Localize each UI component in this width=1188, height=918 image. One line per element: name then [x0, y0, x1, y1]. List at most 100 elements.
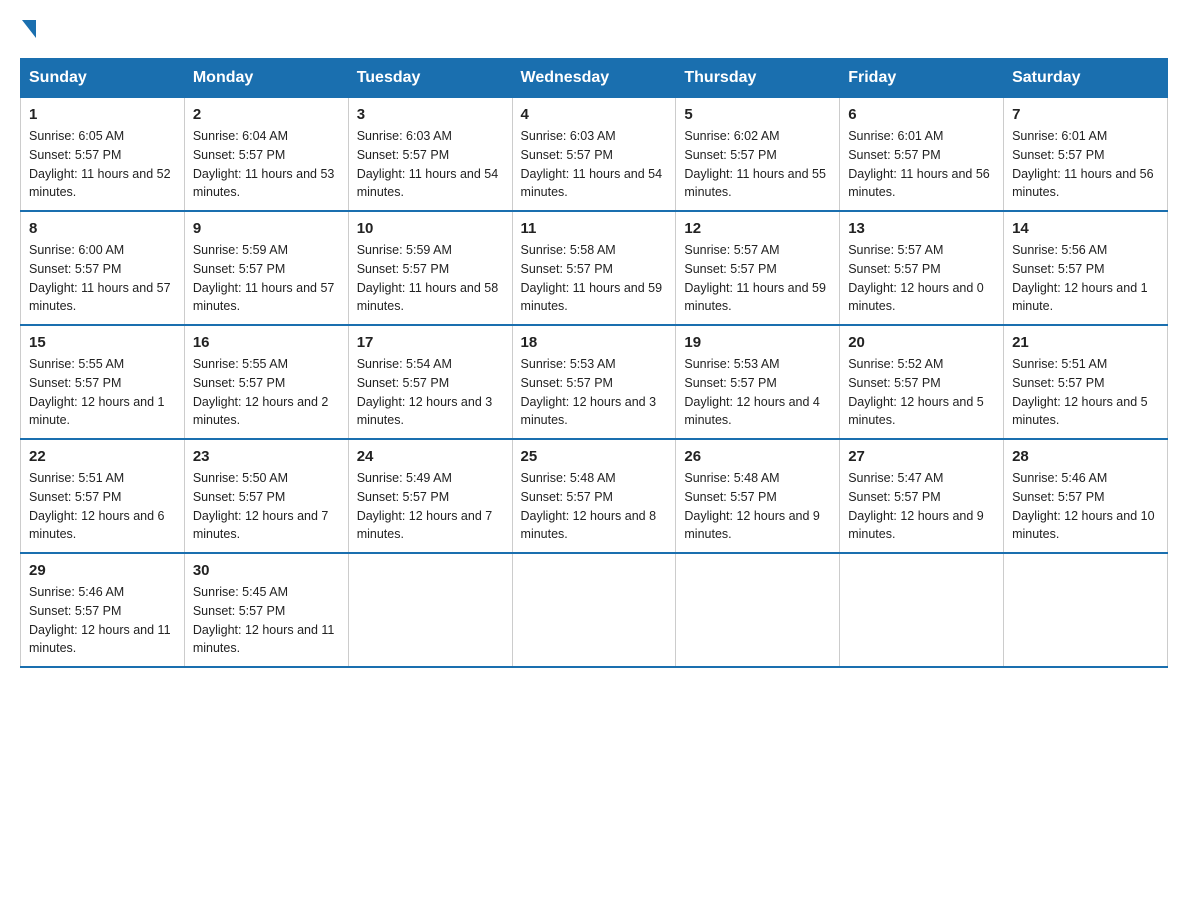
day-number: 2 [193, 106, 340, 123]
calendar-cell: 4Sunrise: 6:03 AMSunset: 5:57 PMDaylight… [512, 98, 676, 212]
calendar-cell: 24 Sunrise: 5:49 AMSunset: 5:57 PMDayligh… [348, 439, 512, 553]
day-number: 21 [1012, 334, 1159, 351]
day-info: Sunrise: 5:51 AMSunset: 5:57 PMDaylight:… [29, 469, 176, 544]
calendar-cell: 28 Sunrise: 5:46 AMSunset: 5:57 PMDayligh… [1004, 439, 1168, 553]
calendar-table: SundayMondayTuesdayWednesdayThursdayFrid… [20, 58, 1168, 668]
calendar-cell: 13 Sunrise: 5:57 AMSunset: 5:57 PMDayligh… [840, 211, 1004, 325]
day-number: 20 [848, 334, 995, 351]
calendar-cell: 15 Sunrise: 5:55 AMSunset: 5:57 PMDayligh… [21, 325, 185, 439]
day-info: Sunrise: 5:50 AMSunset: 5:57 PMDaylight:… [193, 469, 340, 544]
day-info: Sunrise: 6:00 AMSunset: 5:57 PMDaylight:… [29, 241, 176, 316]
header-cell-sunday: Sunday [21, 59, 185, 98]
day-info: Sunrise: 6:03 AMSunset: 5:57 PMDaylight:… [521, 127, 668, 202]
day-number: 30 [193, 562, 340, 579]
day-number: 13 [848, 220, 995, 237]
day-number: 27 [848, 448, 995, 465]
calendar-cell: 3Sunrise: 6:03 AMSunset: 5:57 PMDaylight… [348, 98, 512, 212]
day-info: Sunrise: 5:53 AMSunset: 5:57 PMDaylight:… [521, 355, 668, 430]
day-info: Sunrise: 6:01 AMSunset: 5:57 PMDaylight:… [1012, 127, 1159, 202]
calendar-cell [512, 553, 676, 667]
calendar-header: SundayMondayTuesdayWednesdayThursdayFrid… [21, 59, 1168, 98]
day-number: 1 [29, 106, 176, 123]
day-info: Sunrise: 5:49 AMSunset: 5:57 PMDaylight:… [357, 469, 504, 544]
day-number: 22 [29, 448, 176, 465]
day-info: Sunrise: 5:48 AMSunset: 5:57 PMDaylight:… [684, 469, 831, 544]
day-info: Sunrise: 6:04 AMSunset: 5:57 PMDaylight:… [193, 127, 340, 202]
calendar-cell: 26 Sunrise: 5:48 AMSunset: 5:57 PMDayligh… [676, 439, 840, 553]
calendar-cell [348, 553, 512, 667]
calendar-week-4: 22 Sunrise: 5:51 AMSunset: 5:57 PMDayligh… [21, 439, 1168, 553]
day-number: 6 [848, 106, 995, 123]
day-info: Sunrise: 5:57 AMSunset: 5:57 PMDaylight:… [848, 241, 995, 316]
calendar-cell: 21 Sunrise: 5:51 AMSunset: 5:57 PMDayligh… [1004, 325, 1168, 439]
header-cell-wednesday: Wednesday [512, 59, 676, 98]
day-number: 9 [193, 220, 340, 237]
day-info: Sunrise: 5:47 AMSunset: 5:57 PMDaylight:… [848, 469, 995, 544]
calendar-cell: 8 Sunrise: 6:00 AMSunset: 5:57 PMDaylight… [21, 211, 185, 325]
header-cell-tuesday: Tuesday [348, 59, 512, 98]
day-info: Sunrise: 5:51 AMSunset: 5:57 PMDaylight:… [1012, 355, 1159, 430]
day-info: Sunrise: 5:54 AMSunset: 5:57 PMDaylight:… [357, 355, 504, 430]
calendar-cell: 17Sunrise: 5:54 AMSunset: 5:57 PMDayligh… [348, 325, 512, 439]
day-info: Sunrise: 6:01 AMSunset: 5:57 PMDaylight:… [848, 127, 995, 202]
page-header [20, 20, 1168, 38]
day-info: Sunrise: 5:55 AMSunset: 5:57 PMDaylight:… [29, 355, 176, 430]
day-info: Sunrise: 5:46 AMSunset: 5:57 PMDaylight:… [29, 583, 176, 658]
day-info: Sunrise: 5:52 AMSunset: 5:57 PMDaylight:… [848, 355, 995, 430]
calendar-week-3: 15 Sunrise: 5:55 AMSunset: 5:57 PMDayligh… [21, 325, 1168, 439]
calendar-cell [840, 553, 1004, 667]
calendar-week-5: 29 Sunrise: 5:46 AMSunset: 5:57 PMDayligh… [21, 553, 1168, 667]
calendar-cell: 29 Sunrise: 5:46 AMSunset: 5:57 PMDayligh… [21, 553, 185, 667]
day-number: 11 [521, 220, 668, 237]
header-cell-thursday: Thursday [676, 59, 840, 98]
day-number: 12 [684, 220, 831, 237]
day-info: Sunrise: 5:57 AMSunset: 5:57 PMDaylight:… [684, 241, 831, 316]
day-number: 25 [521, 448, 668, 465]
logo [20, 20, 38, 38]
day-info: Sunrise: 5:53 AMSunset: 5:57 PMDaylight:… [684, 355, 831, 430]
calendar-cell: 10 Sunrise: 5:59 AMSunset: 5:57 PMDayligh… [348, 211, 512, 325]
day-number: 5 [684, 106, 831, 123]
day-number: 28 [1012, 448, 1159, 465]
day-number: 26 [684, 448, 831, 465]
header-cell-monday: Monday [184, 59, 348, 98]
day-number: 10 [357, 220, 504, 237]
header-row: SundayMondayTuesdayWednesdayThursdayFrid… [21, 59, 1168, 98]
day-number: 23 [193, 448, 340, 465]
day-info: Sunrise: 5:48 AMSunset: 5:57 PMDaylight:… [521, 469, 668, 544]
day-info: Sunrise: 5:55 AMSunset: 5:57 PMDaylight:… [193, 355, 340, 430]
day-info: Sunrise: 5:59 AMSunset: 5:57 PMDaylight:… [357, 241, 504, 316]
calendar-cell: 25 Sunrise: 5:48 AMSunset: 5:57 PMDayligh… [512, 439, 676, 553]
day-number: 24 [357, 448, 504, 465]
calendar-cell: 30 Sunrise: 5:45 AMSunset: 5:57 PMDayligh… [184, 553, 348, 667]
day-info: Sunrise: 6:03 AMSunset: 5:57 PMDaylight:… [357, 127, 504, 202]
calendar-cell: 19 Sunrise: 5:53 AMSunset: 5:57 PMDayligh… [676, 325, 840, 439]
day-number: 15 [29, 334, 176, 351]
day-info: Sunrise: 5:46 AMSunset: 5:57 PMDaylight:… [1012, 469, 1159, 544]
logo-arrow-icon [22, 20, 36, 38]
calendar-cell: 2 Sunrise: 6:04 AMSunset: 5:57 PMDaylight… [184, 98, 348, 212]
calendar-cell: 1 Sunrise: 6:05 AMSunset: 5:57 PMDaylight… [21, 98, 185, 212]
calendar-cell: 22 Sunrise: 5:51 AMSunset: 5:57 PMDayligh… [21, 439, 185, 553]
day-info: Sunrise: 5:45 AMSunset: 5:57 PMDaylight:… [193, 583, 340, 658]
day-info: Sunrise: 6:05 AMSunset: 5:57 PMDaylight:… [29, 127, 176, 202]
calendar-week-2: 8 Sunrise: 6:00 AMSunset: 5:57 PMDaylight… [21, 211, 1168, 325]
day-number: 16 [193, 334, 340, 351]
calendar-cell: 14Sunrise: 5:56 AMSunset: 5:57 PMDayligh… [1004, 211, 1168, 325]
day-number: 8 [29, 220, 176, 237]
day-number: 29 [29, 562, 176, 579]
calendar-week-1: 1 Sunrise: 6:05 AMSunset: 5:57 PMDaylight… [21, 98, 1168, 212]
calendar-cell: 9Sunrise: 5:59 AMSunset: 5:57 PMDaylight… [184, 211, 348, 325]
calendar-cell: 16 Sunrise: 5:55 AMSunset: 5:57 PMDayligh… [184, 325, 348, 439]
calendar-cell: 11 Sunrise: 5:58 AMSunset: 5:57 PMDayligh… [512, 211, 676, 325]
day-number: 19 [684, 334, 831, 351]
day-info: Sunrise: 6:02 AMSunset: 5:57 PMDaylight:… [684, 127, 831, 202]
calendar-cell [1004, 553, 1168, 667]
calendar-cell: 18 Sunrise: 5:53 AMSunset: 5:57 PMDayligh… [512, 325, 676, 439]
day-number: 18 [521, 334, 668, 351]
calendar-cell [676, 553, 840, 667]
calendar-cell: 5 Sunrise: 6:02 AMSunset: 5:57 PMDaylight… [676, 98, 840, 212]
day-info: Sunrise: 5:58 AMSunset: 5:57 PMDaylight:… [521, 241, 668, 316]
day-number: 14 [1012, 220, 1159, 237]
calendar-cell: 20 Sunrise: 5:52 AMSunset: 5:57 PMDayligh… [840, 325, 1004, 439]
